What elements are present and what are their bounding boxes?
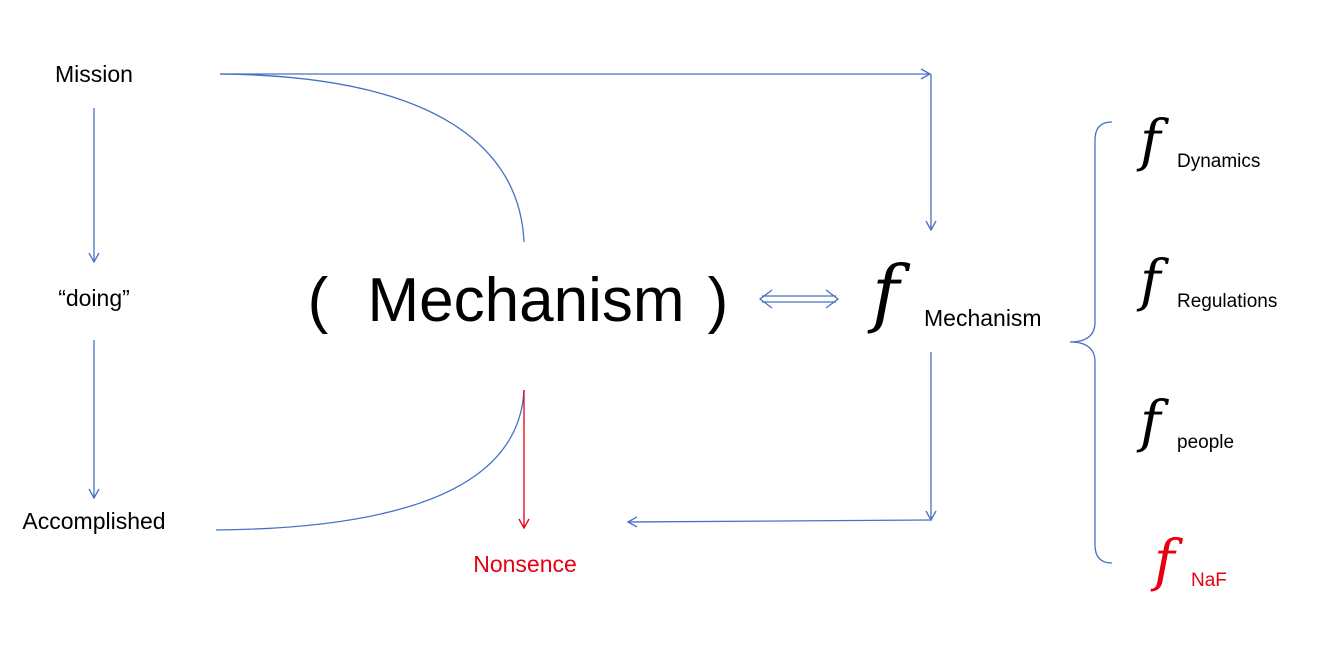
- accomplished-curve: [215, 389, 525, 531]
- component-regulations: f Regulations: [1136, 249, 1277, 314]
- components-brace: [1069, 121, 1113, 564]
- component-naf-subscript: NaF: [1191, 570, 1227, 591]
- mission-label: Mission: [55, 61, 133, 87]
- component-naf-symbol: f: [1150, 529, 1184, 594]
- mechanism-title: Mechanism: [368, 266, 685, 335]
- component-people-symbol: f: [1136, 390, 1170, 455]
- mechanism-open-paren: (: [308, 266, 329, 335]
- mechanism-diagram: Mission “doing” Accomplished ( Mechanism…: [22, 61, 1277, 594]
- f-mechanism-symbol: f: [867, 250, 911, 336]
- component-people-subscript: people: [1177, 432, 1234, 453]
- component-naf: f NaF: [1150, 529, 1227, 594]
- component-regulations-symbol: f: [1136, 249, 1170, 314]
- component-regulations-subscript: Regulations: [1177, 291, 1277, 312]
- f-mechanism-subscript: Mechanism: [924, 305, 1042, 331]
- component-dynamics: f Dynamics: [1136, 109, 1260, 174]
- double-arrow-right-head: [825, 289, 840, 309]
- double-arrow-left-head: [758, 289, 773, 309]
- accomplished-label: Accomplished: [22, 508, 165, 534]
- component-dynamics-subscript: Dynamics: [1177, 151, 1260, 172]
- mission-curve: [219, 73, 525, 243]
- mechanism-close-paren: ): [708, 266, 729, 335]
- component-people: f people: [1136, 390, 1234, 455]
- return-to-nonsence-arrow: [626, 516, 932, 528]
- nonsence-label: Nonsence: [473, 551, 577, 577]
- doing-label: “doing”: [58, 285, 130, 311]
- component-dynamics-symbol: f: [1136, 109, 1170, 174]
